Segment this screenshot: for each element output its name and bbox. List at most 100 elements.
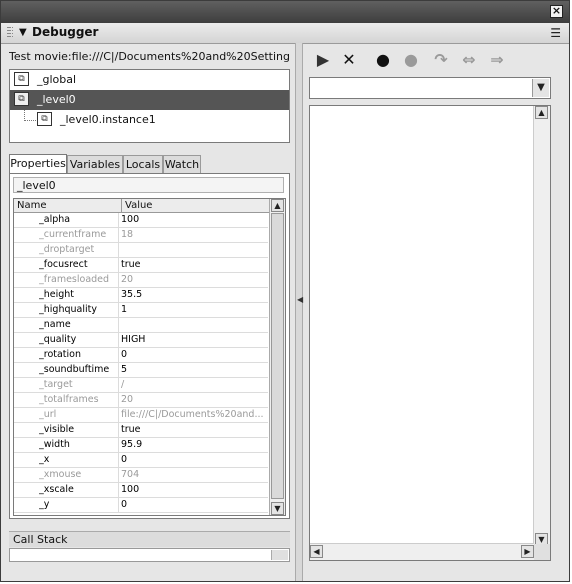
table-row[interactable]: _soundbuftime 5 [14,363,268,378]
continue-button[interactable]: ▶ [313,51,333,69]
target-label: _level0 [13,177,284,193]
property-value[interactable]: true [121,258,265,272]
close-x-icon: ✕ [342,50,356,69]
property-value: 20 [121,394,134,405]
scroll-up-icon[interactable]: ▲ [271,199,284,212]
table-row[interactable]: _url file:///C|/Documents%20and... [14,408,268,423]
property-name: _width [39,439,70,450]
property-value[interactable]: 5 [121,363,265,377]
step-out-button[interactable]: ⇒ [487,51,507,69]
table-row[interactable]: _y 0 [14,498,268,513]
tree-item[interactable]: ⧉ _global [10,70,289,90]
table-row[interactable]: _currentframe 18 [14,228,268,243]
column-divider [118,408,119,423]
property-name: _totalframes [39,394,99,405]
property-name: _quality [39,334,77,345]
step-over-icon: ↷ [434,50,448,69]
column-divider [118,468,119,483]
tree-item[interactable]: ⧉ _level0 [10,90,289,110]
remove-breakpoints-button[interactable]: ● [401,51,421,69]
table-row[interactable]: _framesloaded 20 [14,273,268,288]
scroll-right-icon[interactable]: ▶ [521,545,534,558]
script-select[interactable]: ▼ [309,77,551,99]
table-row[interactable]: _alpha 100 [14,213,268,228]
grip-icon[interactable] [7,27,11,39]
tab-watch[interactable]: Watch [163,155,201,173]
property-value[interactable]: 35.5 [121,288,265,302]
column-header-name[interactable]: Name [14,199,122,213]
table-row[interactable]: _xscale 100 [14,483,268,498]
table-row[interactable]: _x 0 [14,453,268,468]
chevron-down-icon[interactable]: ▼ [532,79,549,97]
property-value[interactable]: true [121,423,265,437]
toggle-breakpoint-button[interactable]: ● [373,51,393,69]
property-value[interactable]: 0 [121,498,265,512]
table-row[interactable]: _droptarget [14,243,268,258]
table-row[interactable]: _height 35.5 [14,288,268,303]
code-vertical-scrollbar[interactable]: ▲ ▼ [533,106,550,546]
splitter-arrow-icon[interactable]: ◀ [297,295,303,304]
property-value[interactable]: HIGH [121,333,265,347]
collapse-triangle-icon[interactable]: ▼ [19,27,27,38]
property-value[interactable]: 1 [121,303,265,317]
property-name: _focusrect [39,259,88,270]
display-list-tree: ⧉ _global ⧉ _level0 ⧉ _level0.instance1 [9,69,290,143]
step-in-button[interactable]: ⇔ [459,51,479,69]
close-icon[interactable]: × [550,5,563,18]
scroll-up-icon[interactable]: ▲ [535,106,548,119]
property-name: _name [39,319,71,330]
column-divider [118,318,119,333]
table-row[interactable]: _visible true [14,423,268,438]
step-out-icon: ⇒ [490,50,504,69]
table-row[interactable]: _focusrect true [14,258,268,273]
call-stack-list[interactable] [9,548,290,562]
scroll-left-icon[interactable]: ◀ [310,545,323,558]
scroll-thumb[interactable] [271,213,284,499]
code-view[interactable]: ▲ ▼ ◀ ▶ [309,105,551,561]
column-divider [118,393,119,408]
property-value[interactable]: 0 [121,453,265,467]
property-name: _xmouse [39,469,82,480]
table-row[interactable]: _name [14,318,268,333]
table-row[interactable]: _rotation 0 [14,348,268,363]
property-value[interactable]: 100 [121,213,265,227]
property-value: 18 [121,229,134,240]
step-in-icon: ⇔ [462,50,476,69]
table-row[interactable]: _quality HIGH [14,333,268,348]
panel-title: Debugger [32,25,99,39]
pane-splitter[interactable]: ◀ [295,43,303,581]
column-divider [118,498,119,513]
table-row[interactable]: _xmouse 704 [14,468,268,483]
column-divider [118,288,119,303]
property-value[interactable]: 0 [121,348,265,362]
property-value[interactable]: 100 [121,483,265,497]
property-value[interactable]: 95.9 [121,438,265,452]
scroll-down-icon[interactable]: ▼ [271,502,284,515]
tab-properties[interactable]: Properties [9,154,67,173]
panel-titlebar[interactable]: ▼ Debugger ☰ [1,23,569,44]
properties-scrollbar[interactable]: ▲ ▼ [269,199,285,515]
column-divider [118,378,119,393]
code-horizontal-scrollbar[interactable]: ◀ ▶ [310,543,534,560]
property-name: _target [39,379,73,390]
property-name: _visible [39,424,75,435]
step-over-button[interactable]: ↷ [431,51,451,69]
tree-item[interactable]: ⧉ _level0.instance1 [10,110,289,130]
property-value: file:///C|/Documents%20and... [121,409,264,420]
table-row[interactable]: _target / [14,378,268,393]
property-name: _currentframe [39,229,107,240]
tab-variables[interactable]: Variables [67,155,123,173]
column-header-value[interactable]: Value [122,199,270,213]
breakpoint-icon: ● [376,50,390,69]
table-row[interactable]: _width 95.9 [14,438,268,453]
property-name: _height [39,289,75,300]
tab-locals[interactable]: Locals [123,155,163,173]
stop-debugging-button[interactable]: ✕ [339,51,359,69]
remove-breakpoints-icon: ● [404,50,418,69]
table-row[interactable]: _totalframes 20 [14,393,268,408]
property-name: _url [39,409,57,420]
resize-grip-icon[interactable] [271,550,288,560]
options-menu-icon[interactable]: ☰ [550,26,561,40]
call-stack-header[interactable]: Call Stack [9,531,290,547]
table-row[interactable]: _highquality 1 [14,303,268,318]
